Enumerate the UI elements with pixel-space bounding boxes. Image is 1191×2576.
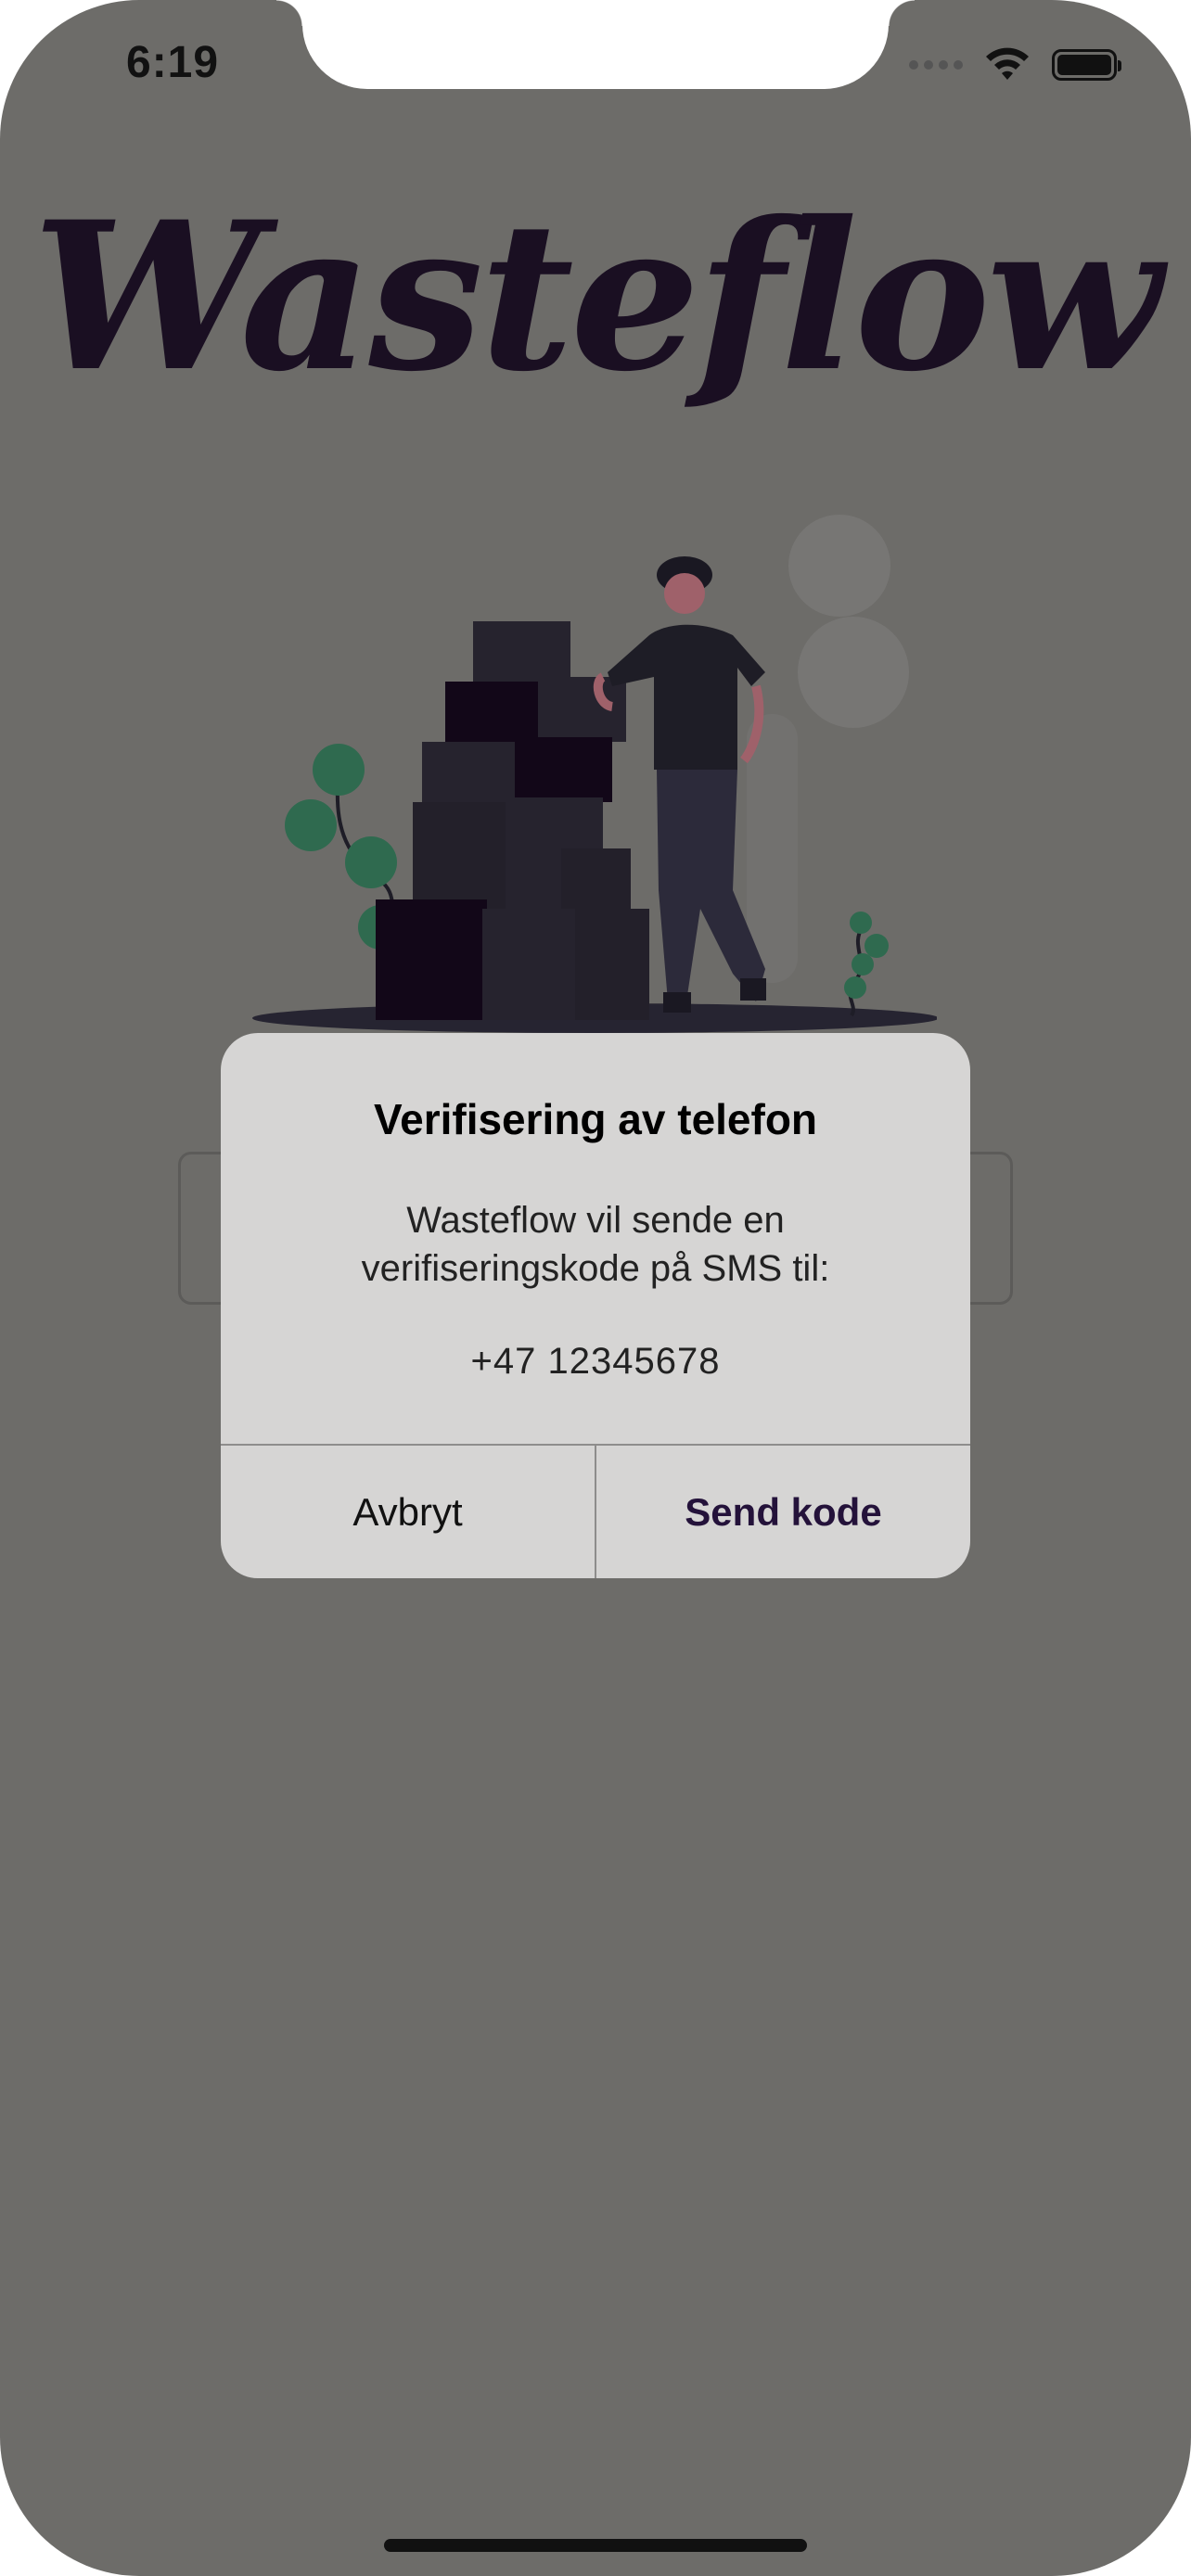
- status-icons: [909, 46, 1121, 83]
- home-indicator[interactable]: [384, 2539, 807, 2552]
- device-notch: [276, 0, 915, 89]
- app-logo: Wasteflow: [32, 176, 1162, 416]
- verification-alert: Verifisering av telefon Wasteflow vil se…: [221, 1033, 970, 1578]
- wifi-icon: [986, 47, 1029, 80]
- alert-message-line2: verifiseringskode på SMS til:: [361, 1248, 830, 1289]
- status-time: 6:19: [126, 38, 220, 87]
- alert-message: Wasteflow vil sende en verifiseringskode…: [258, 1196, 933, 1293]
- battery-icon: [1052, 49, 1121, 81]
- cancel-button[interactable]: Avbryt: [221, 1446, 595, 1578]
- alert-title: Verifisering av telefon: [373, 1095, 818, 1143]
- alert-phone-number: +47 12345678: [470, 1341, 721, 1382]
- signal-dots-icon: [909, 60, 963, 70]
- hero-illustration: [252, 515, 937, 1033]
- alert-message-line1: Wasteflow vil sende en: [406, 1200, 785, 1241]
- app-screen: 6:19 Wasteflow Verifisering av telefon W…: [0, 0, 1191, 2576]
- send-code-button[interactable]: Send kode: [596, 1446, 970, 1578]
